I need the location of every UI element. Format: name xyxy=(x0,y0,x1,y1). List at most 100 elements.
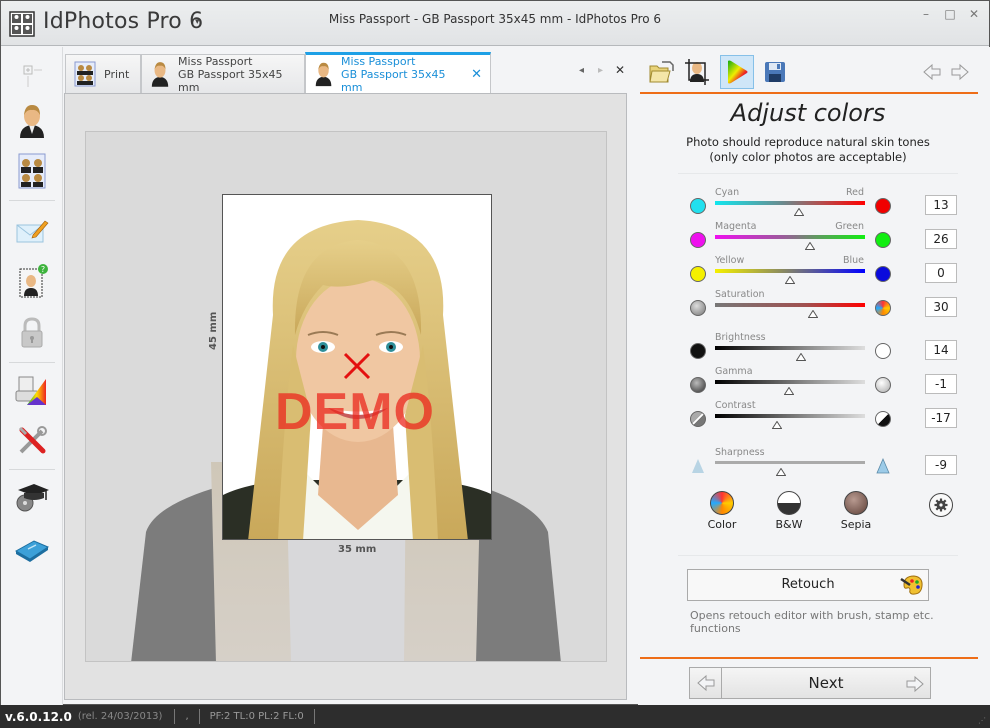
minimize-button[interactable]: – xyxy=(919,7,933,21)
sharpness-min-swatch-icon xyxy=(690,458,706,474)
tab-close-icon[interactable]: ✕ xyxy=(471,67,482,82)
brightness-slider-thumb[interactable] xyxy=(795,351,806,361)
slider-row-brightness: Brightness 14 xyxy=(638,332,990,366)
sidebar-item-manual[interactable] xyxy=(14,531,50,567)
tab-miss-passport[interactable]: Miss Passport GB Passport 35x45 mm xyxy=(141,54,305,94)
contrast-min-swatch-icon xyxy=(690,411,706,427)
preset-label: B&W xyxy=(775,518,803,531)
sharpness-slider-track[interactable] xyxy=(715,461,865,464)
status-separator xyxy=(174,709,176,724)
yellow-blue-value-input[interactable]: 0 xyxy=(925,263,957,283)
preset-label: Color xyxy=(707,518,737,531)
saturation-slider-track[interactable] xyxy=(715,303,865,307)
slider-row-yellow-blue: Yellow Blue 0 xyxy=(638,255,990,289)
orange-divider xyxy=(640,657,978,659)
next-step-button[interactable]: Next xyxy=(722,668,930,698)
preset-bw-button[interactable]: B&W xyxy=(759,491,819,531)
sepia-icon xyxy=(844,491,868,515)
sharpness-slider-thumb[interactable] xyxy=(775,466,787,476)
brightness-left-label: Brightness xyxy=(715,332,766,343)
magenta-green-value-input[interactable]: 26 xyxy=(925,229,957,249)
retouch-button[interactable]: Retouch xyxy=(687,569,929,601)
contrast-slider-thumb[interactable] xyxy=(771,419,782,429)
open-photo-button[interactable] xyxy=(644,55,678,89)
title-bar: IdPhotos Pro 6 ▾ Miss Passport - GB Pass… xyxy=(1,1,989,46)
sidebar-item-lock[interactable] xyxy=(14,315,50,351)
cyan-red-slider-thumb[interactable] xyxy=(793,206,805,216)
magenta-green-slider-thumb[interactable] xyxy=(804,240,815,250)
contrast-slider-track[interactable] xyxy=(715,414,865,418)
yellow-blue-min-swatch-icon xyxy=(690,266,706,282)
sidebar-item-person[interactable] xyxy=(14,103,50,139)
sidebar-item-email[interactable] xyxy=(14,213,50,249)
yellow-blue-slider-track[interactable] xyxy=(715,269,865,273)
previous-step-button[interactable] xyxy=(690,668,722,698)
close-all-tabs-icon[interactable]: ✕ xyxy=(615,63,625,77)
cyan-red-slider-track[interactable] xyxy=(715,201,865,205)
saturation-value-input[interactable]: 30 xyxy=(925,297,957,317)
sidebar-divider xyxy=(9,200,55,201)
tab-scroll-right-icon[interactable]: ▸ xyxy=(598,65,603,76)
close-button[interactable]: ✕ xyxy=(967,7,981,21)
gamma-slider-thumb[interactable] xyxy=(783,385,794,395)
height-dimension-label: 45 mm xyxy=(208,311,219,350)
crop-button[interactable] xyxy=(680,55,714,89)
preset-label: Sepia xyxy=(840,518,872,531)
sidebar-item-print-sheet[interactable] xyxy=(14,153,50,189)
magenta-green-slider-track[interactable] xyxy=(715,235,865,239)
manual-icon xyxy=(14,540,50,562)
slider-row-sharpness: Sharpness -9 xyxy=(638,447,990,481)
center-cross-icon[interactable] xyxy=(342,351,372,381)
tab-scroll-left-icon[interactable]: ◂ xyxy=(579,65,584,76)
brightness-value-input[interactable]: 14 xyxy=(925,340,957,360)
preset-color-button[interactable]: Color xyxy=(692,491,752,531)
magenta-green-right-label: Green xyxy=(835,221,864,232)
back-arrow-icon xyxy=(696,674,714,692)
tab-miss-passport-active[interactable]: Miss Passport GB Passport 35x45 mm ✕ xyxy=(305,52,491,94)
left-sidebar: ? xyxy=(1,47,63,705)
back-arrow-icon[interactable] xyxy=(923,63,941,81)
settings-button[interactable] xyxy=(929,493,953,517)
cyan-red-left-label: Cyan xyxy=(715,187,740,198)
color-gamut-icon xyxy=(728,60,748,84)
add-flow-icon[interactable] xyxy=(21,61,45,89)
version-text: v.6.0.12.0 xyxy=(5,709,72,724)
saturation-max-swatch-icon xyxy=(875,300,891,316)
section-divider xyxy=(678,173,958,174)
app-logo-icon xyxy=(9,11,35,37)
contrast-value-input[interactable]: -17 xyxy=(925,408,957,428)
photo-canvas[interactable]: 45 mm 35 mm DEMO xyxy=(85,131,607,662)
tutorial-icon xyxy=(16,484,49,512)
status-bar: v.6.0.12.0 (rel. 24/03/2013) , PF:2 TL:0… xyxy=(0,705,990,728)
gamma-slider-track[interactable] xyxy=(715,380,865,384)
crop-icon xyxy=(685,59,709,85)
gamma-left-label: Gamma xyxy=(715,366,753,377)
maximize-button[interactable]: □ xyxy=(943,7,957,21)
yellow-blue-right-label: Blue xyxy=(842,255,864,266)
window-controls: – □ ✕ xyxy=(919,7,981,21)
sidebar-item-check-photo[interactable]: ? xyxy=(14,263,50,299)
gamma-value-input[interactable]: -1 xyxy=(925,374,957,394)
tab-sublabel: GB Passport 35x45 mm xyxy=(178,67,283,94)
adjust-colors-button[interactable] xyxy=(720,55,754,89)
sidebar-item-tools[interactable] xyxy=(14,423,50,459)
resize-grip-icon[interactable]: ⋰ xyxy=(978,716,988,726)
tab-print[interactable]: Print xyxy=(65,54,141,93)
brightness-slider-track[interactable] xyxy=(715,346,865,350)
preset-sepia-button[interactable]: Sepia xyxy=(826,491,886,531)
folder-open-icon xyxy=(649,61,674,83)
forward-arrow-icon[interactable] xyxy=(951,63,969,81)
app-menu-dropdown[interactable]: ▾ xyxy=(195,17,200,27)
yellow-blue-slider-thumb[interactable] xyxy=(784,274,796,284)
sidebar-divider xyxy=(9,362,55,363)
panel-subtitle: Photo should reproduce natural skin tone… xyxy=(638,135,978,165)
sharpness-value-input[interactable]: -9 xyxy=(925,455,957,475)
bw-icon xyxy=(777,491,801,515)
cyan-red-value-input[interactable]: 13 xyxy=(925,195,957,215)
save-button[interactable] xyxy=(758,55,792,89)
saturation-slider-thumb[interactable] xyxy=(807,308,818,318)
sidebar-item-tutorials[interactable] xyxy=(14,479,50,515)
slider-row-magenta-green: Magenta Green 26 xyxy=(638,221,990,255)
sidebar-item-color-profile[interactable] xyxy=(14,373,50,409)
tab-label: Print xyxy=(104,67,130,81)
